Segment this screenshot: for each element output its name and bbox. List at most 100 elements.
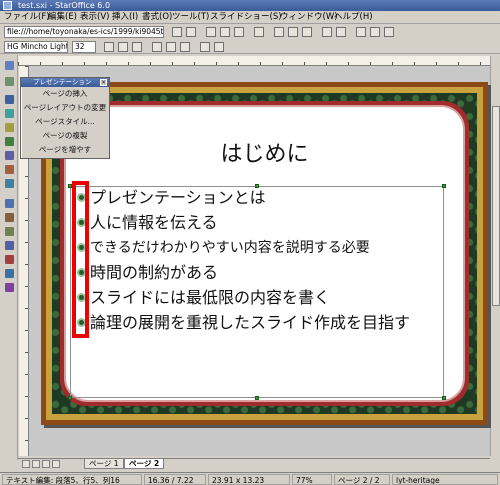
horizontal-ruler	[18, 56, 490, 66]
align-center-icon[interactable]	[166, 42, 176, 52]
bullet-item[interactable]: プレゼンテーションとは	[74, 187, 454, 212]
url-input[interactable]: file:///home/toyonaka/es-ics/1999/ki9045…	[4, 26, 164, 38]
bullet-item[interactable]: 時間の制約がある	[74, 262, 454, 287]
font-size-select[interactable]: 32	[72, 41, 96, 53]
status-size: 23.91 x 13.23	[208, 474, 290, 485]
bullets-icon[interactable]	[200, 42, 210, 52]
3d-object-icon[interactable]	[5, 137, 14, 146]
prev-page-icon[interactable]	[32, 460, 40, 468]
menu-window[interactable]: ウィンドウ(W)	[280, 12, 338, 23]
close-icon[interactable]: ×	[100, 79, 107, 86]
slideshow-icon[interactable]	[5, 283, 14, 292]
effects-icon[interactable]	[5, 255, 14, 264]
main-toolbar	[0, 55, 18, 460]
copy-icon[interactable]	[288, 27, 298, 37]
connector-icon[interactable]	[5, 179, 14, 188]
first-page-icon[interactable]	[22, 460, 30, 468]
bullet-text: スライドには最低限の内容を書く	[90, 288, 331, 307]
window-titlebar: test.sxi - StarOffice 6.0	[0, 0, 500, 11]
insert-icon[interactable]	[5, 241, 14, 250]
curve-icon[interactable]	[5, 151, 14, 160]
rotate-icon[interactable]	[5, 199, 14, 208]
bullet-highlight-box	[72, 181, 89, 338]
bullet-item[interactable]: 論理の展開を重視したスライド作成を目指す	[74, 312, 454, 337]
format-toolbar: HG Mincho Light 32	[0, 40, 500, 54]
arrange-icon[interactable]	[5, 227, 14, 236]
bullet-text: できるだけわかりやすい内容を説明する必要	[90, 240, 370, 256]
bullet-text: プレゼンテーションとは	[90, 188, 266, 207]
align-right-icon[interactable]	[180, 42, 190, 52]
status-edit-mode: テキスト編集: 段落5、行5、列16	[2, 474, 142, 485]
tab-page-1[interactable]: ページ 1	[84, 459, 124, 469]
last-page-icon[interactable]	[52, 460, 60, 468]
gallery-icon[interactable]	[370, 27, 380, 37]
menu-tools[interactable]: ツール(T)	[172, 12, 209, 23]
page-tabbar: ページ 1 ページ 2	[18, 458, 490, 469]
resize-handle[interactable]	[442, 396, 446, 400]
line-icon[interactable]	[5, 165, 14, 174]
bullet-list: プレゼンテーションとは 人に情報を伝える できるだけわかりやすい内容を説明する必…	[74, 187, 454, 337]
slide-title[interactable]: はじめに	[64, 136, 465, 168]
ellipse-icon[interactable]	[5, 123, 14, 132]
bullet-text: 時間の制約がある	[90, 263, 219, 282]
bullet-item[interactable]: できるだけわかりやすい内容を説明する必要	[74, 237, 454, 262]
zoom-icon[interactable]	[5, 77, 14, 86]
font-name-select[interactable]: HG Mincho Light	[4, 41, 68, 53]
presentation-panel: プレゼンテーション × ページの挿入 ページレイアウトの変更 ページスタイル..…	[20, 77, 110, 159]
paste-icon[interactable]	[302, 27, 312, 37]
navigator-icon[interactable]	[356, 27, 366, 37]
rectangle-icon[interactable]	[5, 109, 14, 118]
select-icon[interactable]	[5, 61, 14, 70]
save-icon[interactable]	[220, 27, 230, 37]
reload-icon[interactable]	[172, 27, 182, 37]
menu-insert[interactable]: 挿入(I)	[112, 12, 138, 23]
panel-title[interactable]: プレゼンテーション ×	[21, 78, 109, 87]
align-left-icon[interactable]	[152, 42, 162, 52]
menu-edit[interactable]: 編集(E)	[48, 12, 77, 23]
vertical-scrollbar[interactable]	[490, 56, 500, 456]
undo-icon[interactable]	[322, 27, 332, 37]
italic-icon[interactable]	[118, 42, 128, 52]
font-color-icon[interactable]	[214, 42, 224, 52]
scrollbar-thumb[interactable]	[492, 106, 500, 306]
interaction-icon[interactable]	[5, 269, 14, 278]
underline-icon[interactable]	[132, 42, 142, 52]
menu-slideshow[interactable]: スライドショー(S)	[210, 12, 282, 23]
redo-icon[interactable]	[336, 27, 346, 37]
bullet-item[interactable]: 人に情報を伝える	[74, 212, 454, 237]
panel-item-expand-page[interactable]: ページを増やす	[21, 143, 109, 157]
status-style: lyt-heritage	[392, 474, 498, 485]
resize-handle[interactable]	[255, 396, 259, 400]
panel-item-duplicate-page[interactable]: ページの複製	[21, 129, 109, 143]
menu-view[interactable]: 表示(V)	[80, 12, 109, 23]
app-icon	[3, 1, 12, 10]
alignment-icon[interactable]	[5, 213, 14, 222]
panel-item-insert-page[interactable]: ページの挿入	[21, 87, 109, 101]
open-icon[interactable]	[206, 27, 216, 37]
status-page: ページ 2 / 2	[334, 474, 390, 485]
bullet-text: 論理の展開を重視したスライド作成を目指す	[90, 313, 411, 332]
menubar: ファイル(F) 編集(E) 表示(V) 挿入(I) 書式(O) ツール(T) ス…	[0, 11, 500, 24]
bullet-item[interactable]: スライドには最低限の内容を書く	[74, 287, 454, 312]
bold-icon[interactable]	[104, 42, 114, 52]
panel-item-page-style[interactable]: ページスタイル...	[21, 115, 109, 129]
status-position: 16.36 / 7.22	[144, 474, 206, 485]
window-title: test.sxi - StarOffice 6.0	[18, 1, 111, 10]
print-icon[interactable]	[254, 27, 264, 37]
statusbar: テキスト編集: 段落5、行5、列16 16.36 / 7.22 23.91 x …	[0, 472, 500, 485]
next-page-icon[interactable]	[42, 460, 50, 468]
bullet-text: 人に情報を伝える	[90, 213, 218, 232]
cut-icon[interactable]	[274, 27, 284, 37]
resize-handle[interactable]	[68, 396, 72, 400]
status-zoom[interactable]: 77%	[292, 474, 332, 485]
menu-help[interactable]: ヘルプ(H)	[334, 12, 373, 23]
text-icon[interactable]	[5, 95, 14, 104]
menu-file[interactable]: ファイル(F)	[4, 12, 50, 23]
panel-title-text: プレゼンテーション	[33, 78, 92, 86]
panel-item-change-layout[interactable]: ページレイアウトの変更	[21, 101, 109, 115]
datasource-icon[interactable]	[384, 27, 394, 37]
stop-icon[interactable]	[186, 27, 196, 37]
menu-format[interactable]: 書式(O)	[142, 12, 172, 23]
edit-file-icon[interactable]	[234, 27, 244, 37]
tab-page-2[interactable]: ページ 2	[124, 459, 165, 469]
